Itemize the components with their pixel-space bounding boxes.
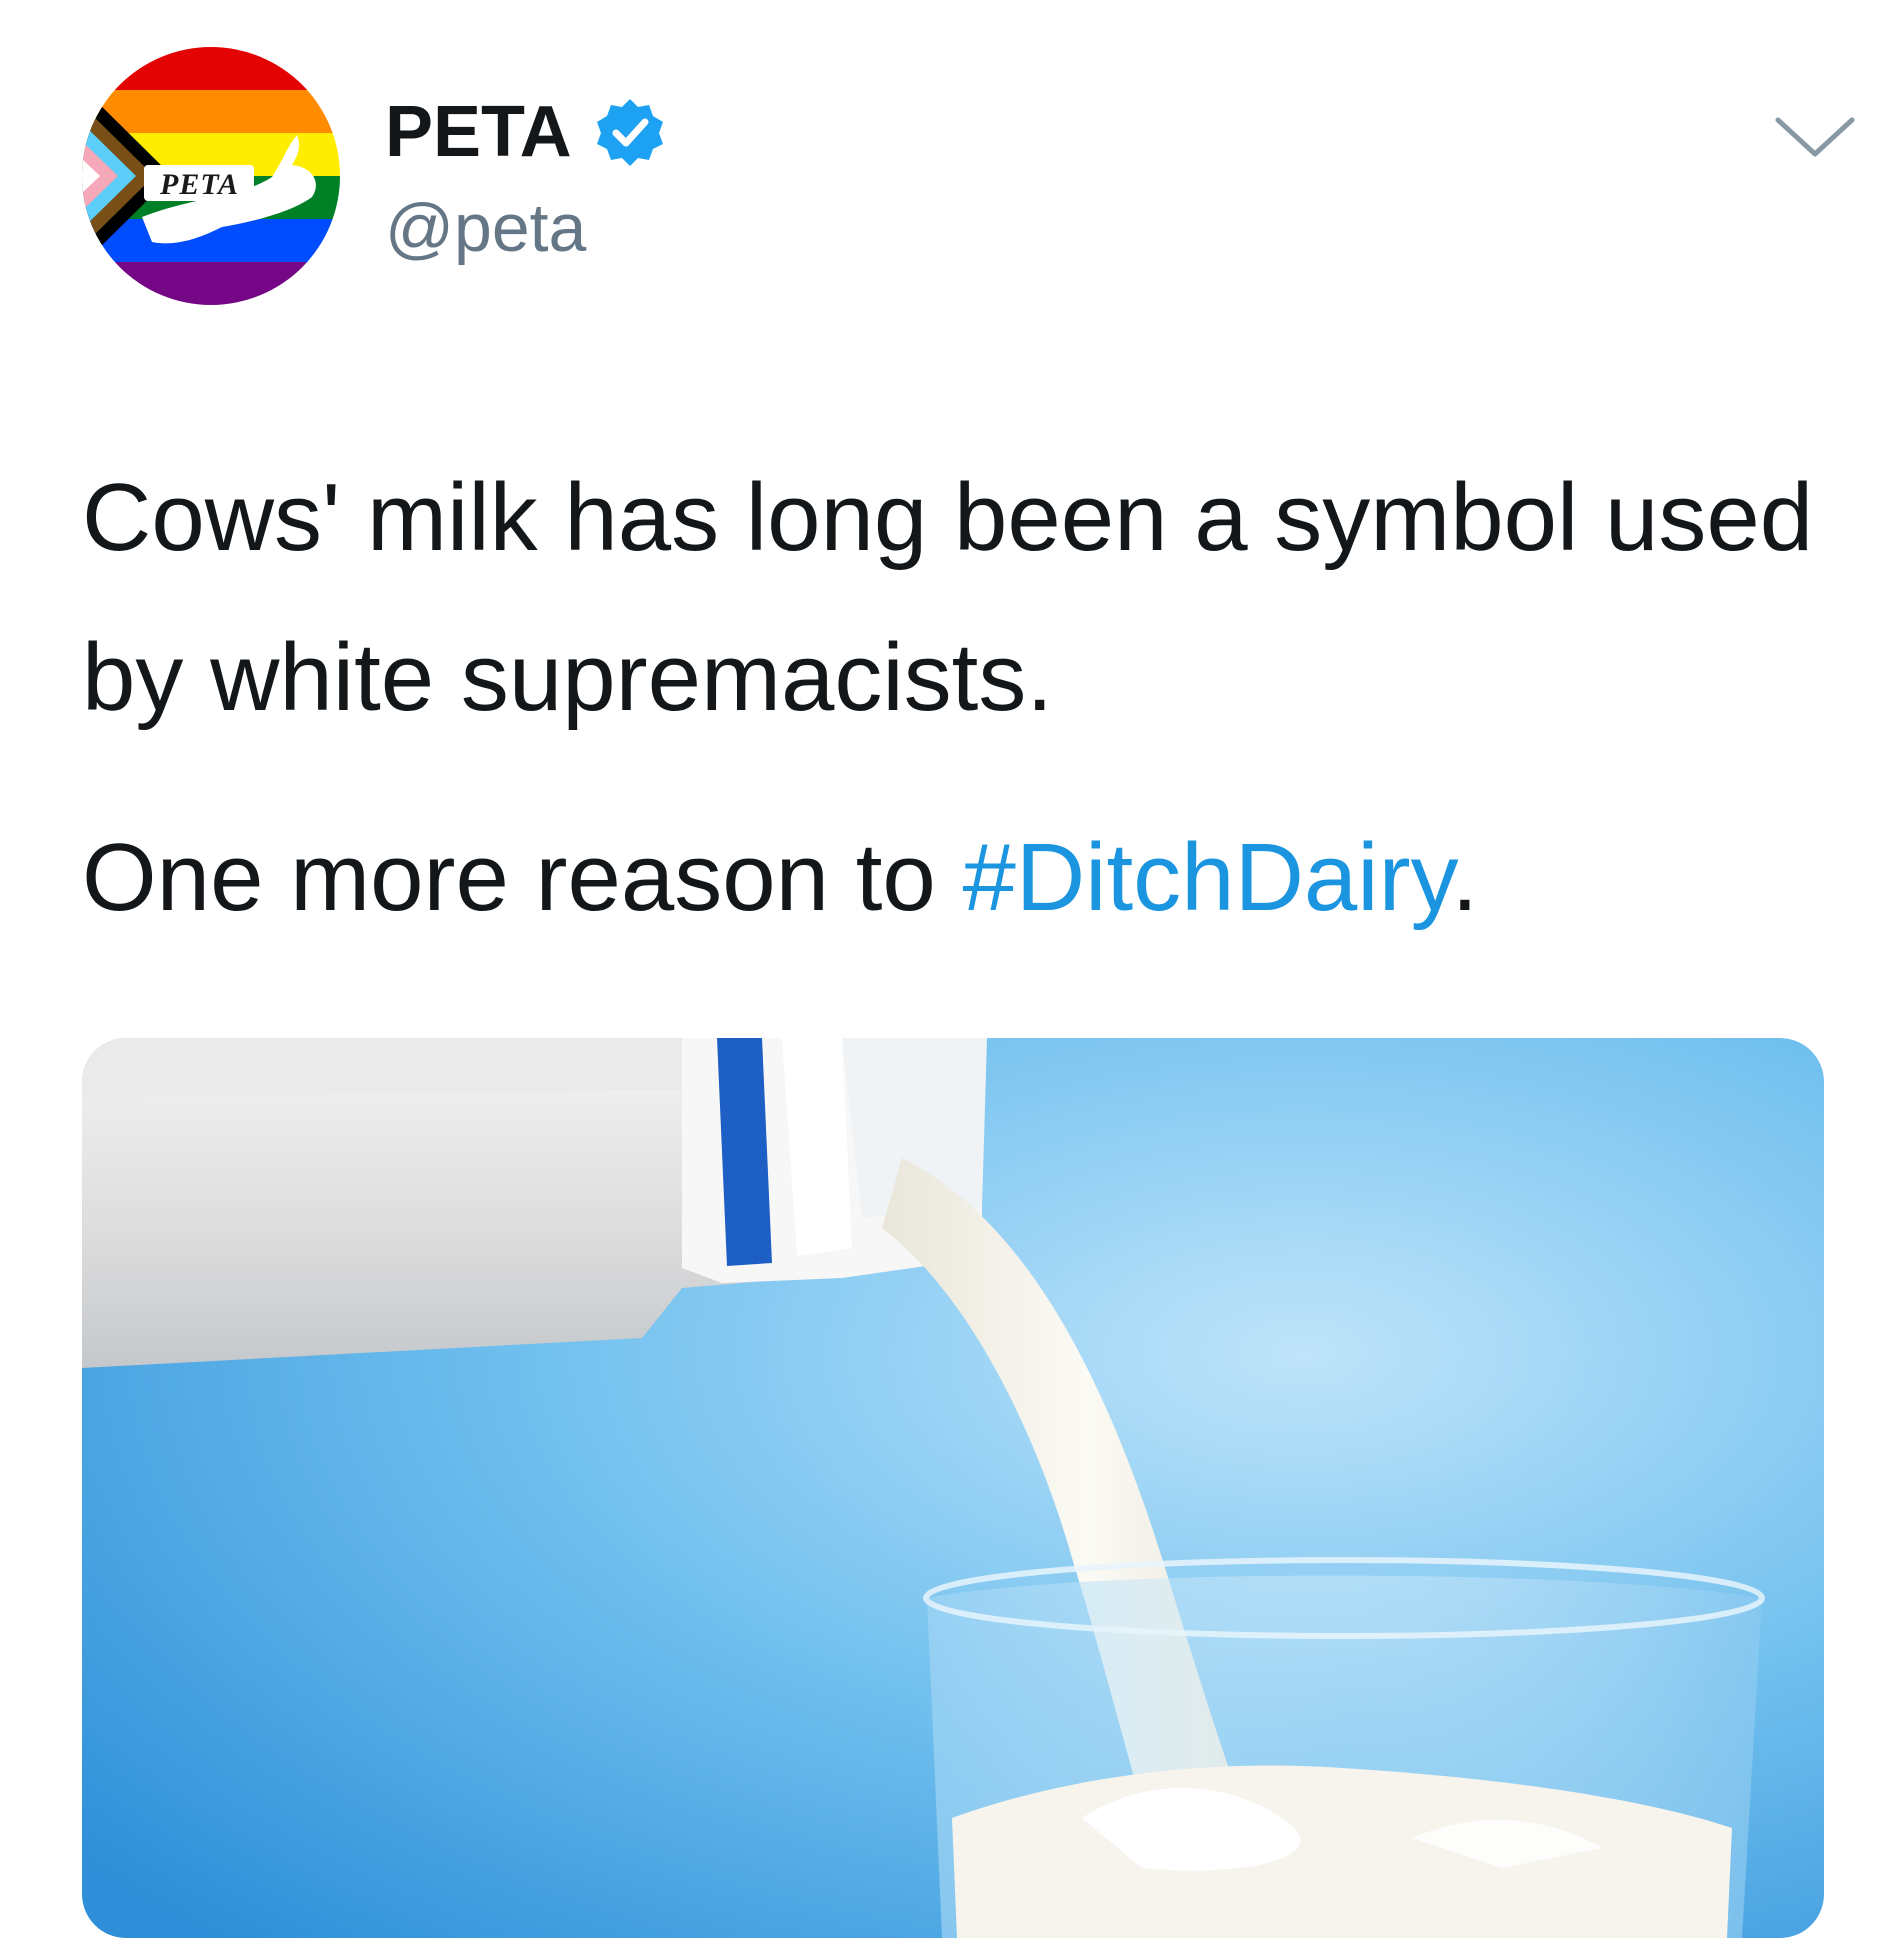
tweet-text-line1: Cows' milk has long been a symbol used b… bbox=[82, 464, 1814, 731]
tweet-text-suffix: . bbox=[1451, 824, 1479, 931]
tweet-text: Cows' milk has long been a symbol used b… bbox=[82, 438, 1862, 958]
tweet-card: PETA PETA @peta Cows' milk has long been… bbox=[0, 0, 1900, 1938]
verified-badge-icon bbox=[594, 96, 666, 168]
author-name-row[interactable]: PETA bbox=[385, 92, 666, 172]
author-handle[interactable]: @peta bbox=[385, 190, 586, 266]
chevron-down-icon[interactable] bbox=[1770, 108, 1860, 168]
tweet-text-prefix: One more reason to bbox=[82, 824, 963, 931]
tweet-media-photo[interactable] bbox=[82, 1038, 1824, 1938]
hashtag-link[interactable]: #DitchDairy bbox=[962, 824, 1451, 931]
tweet-text-line2: One more reason to #DitchDairy. bbox=[82, 798, 1862, 958]
display-name[interactable]: PETA bbox=[385, 92, 572, 172]
avatar-logo-text: PETA bbox=[160, 168, 240, 201]
milk-pouring-photo bbox=[82, 1038, 1824, 1938]
